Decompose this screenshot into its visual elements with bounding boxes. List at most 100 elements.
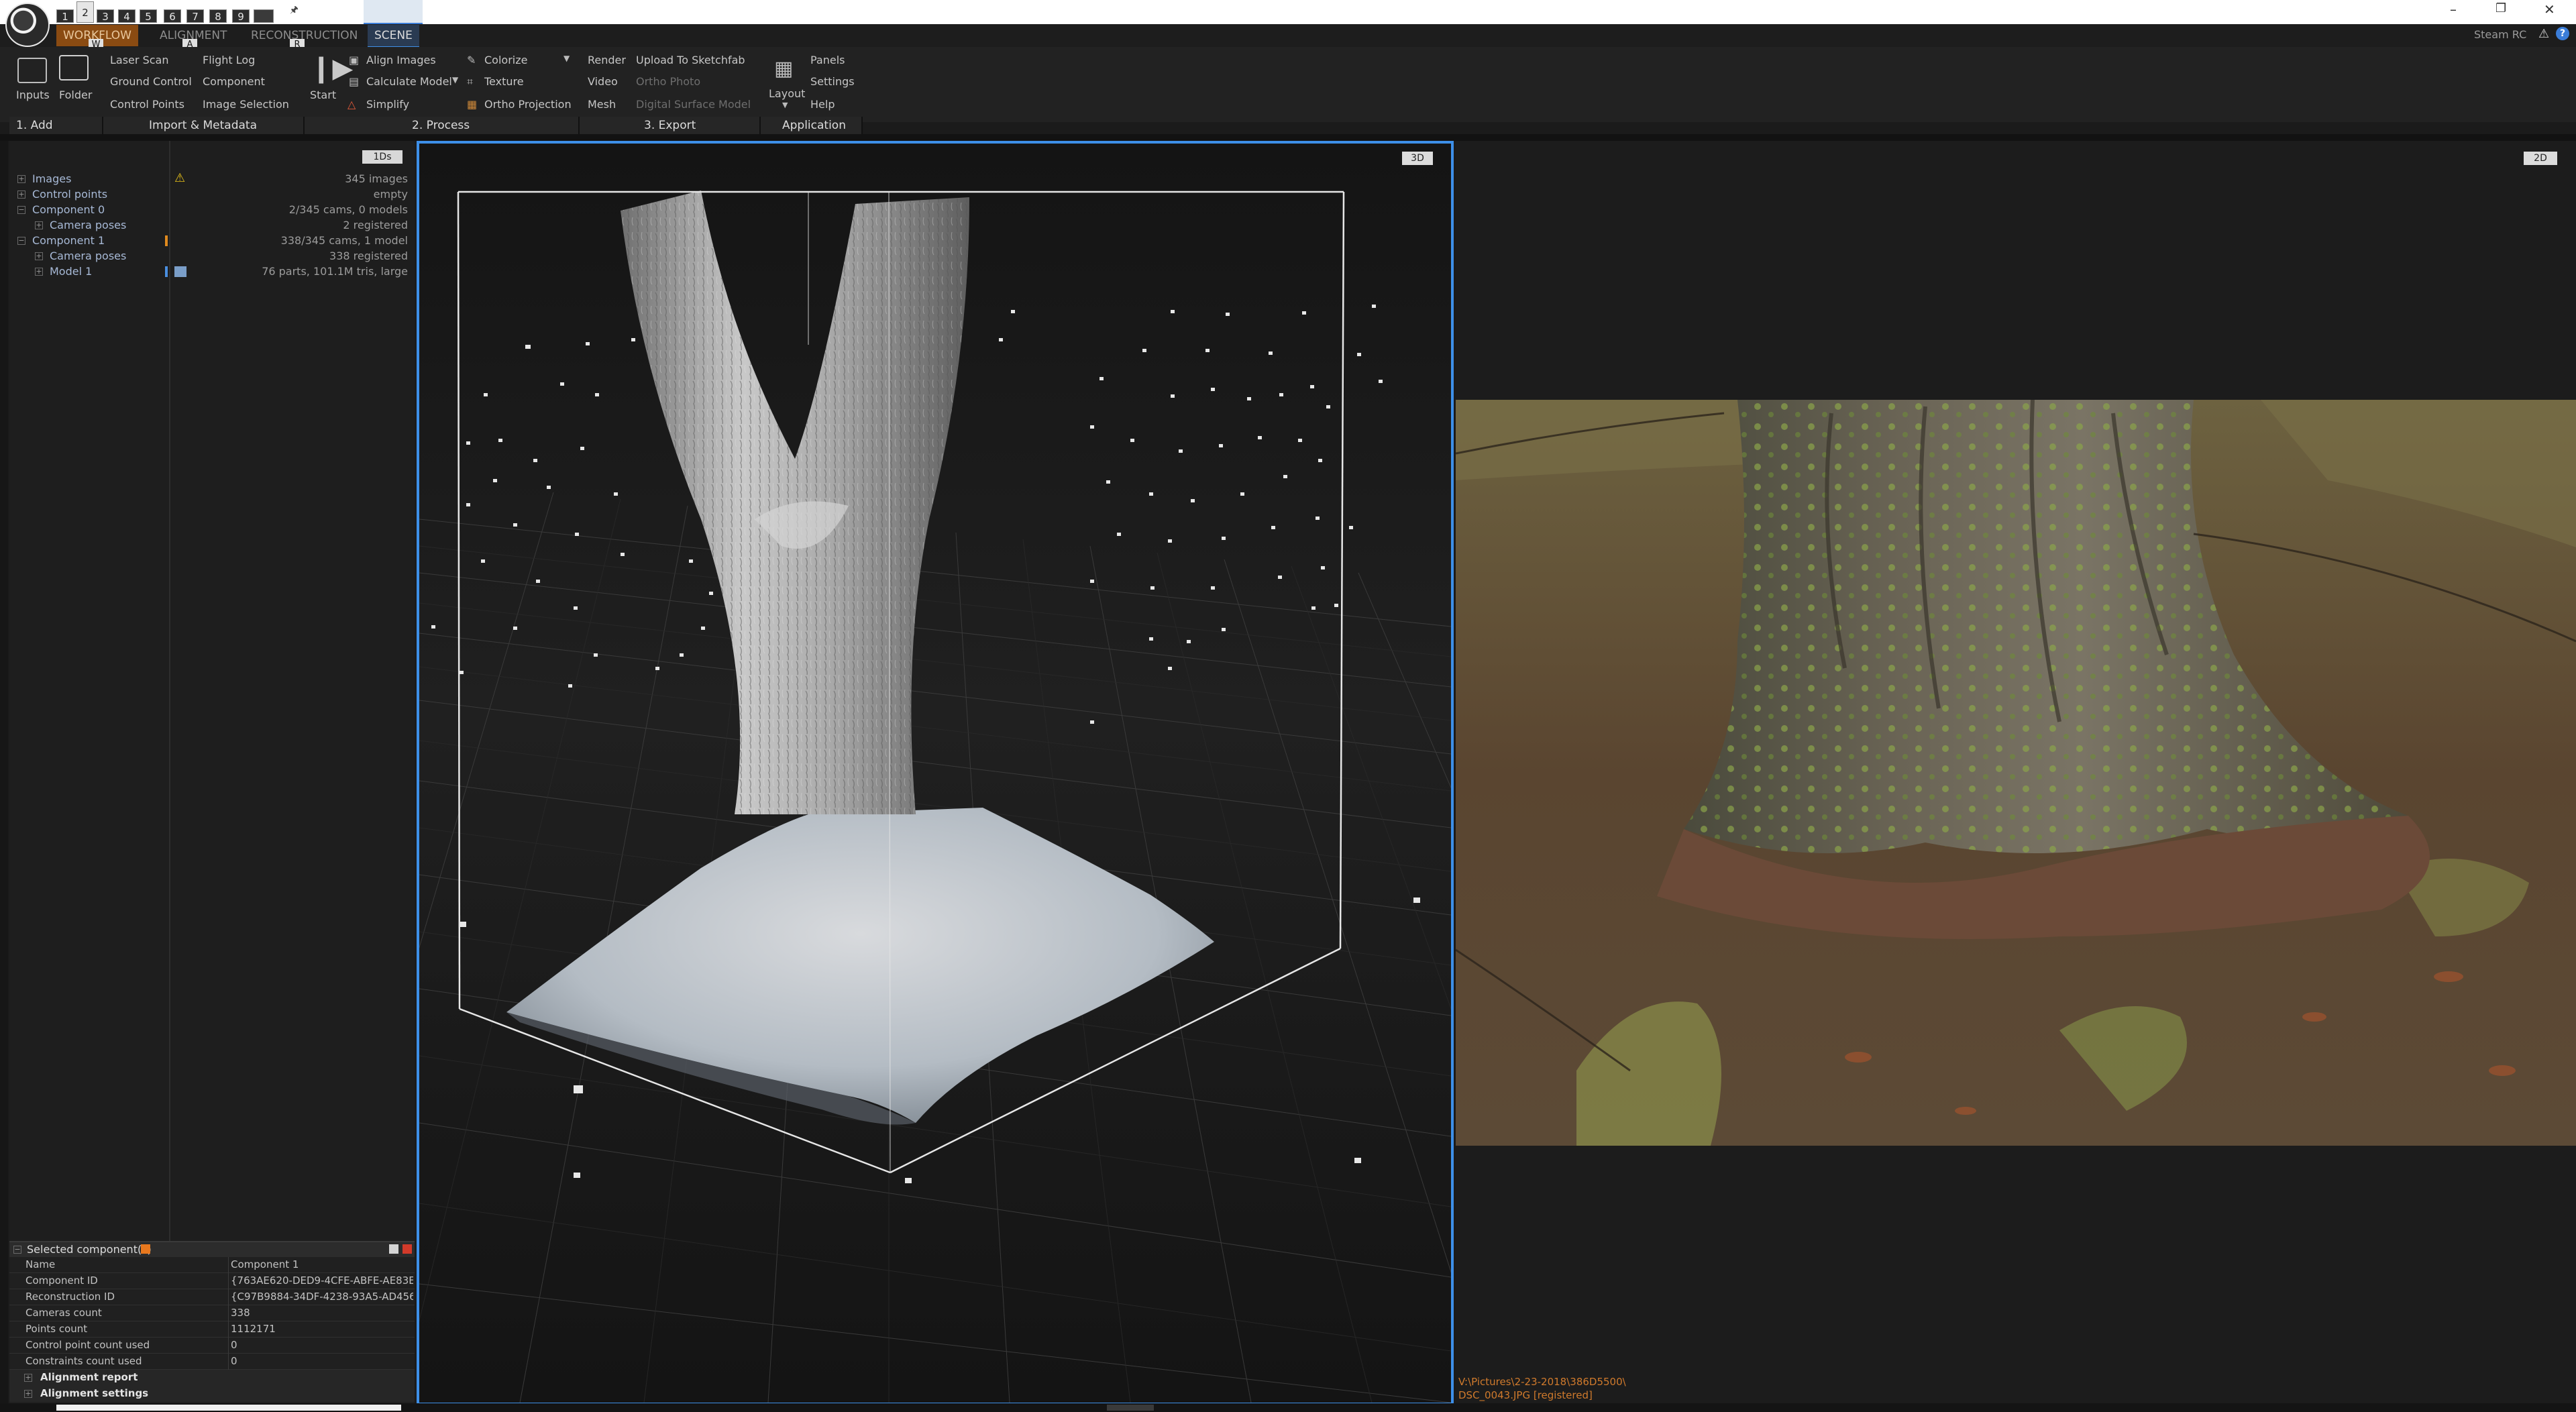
layout-slot-3[interactable]: 3 — [97, 9, 114, 23]
tree-row-images[interactable]: + Images ⚠ 345 images — [16, 171, 408, 187]
scene-3d-render[interactable] — [419, 144, 1451, 1403]
viewport-3d-tag[interactable]: 3D — [1402, 152, 1433, 165]
ortho-projection-button[interactable]: Ortho Projection — [484, 98, 572, 111]
layout-slot-8[interactable]: 8 — [209, 9, 227, 23]
tree-row-component-1[interactable]: − Component 1 338/345 cams, 1 model — [16, 234, 408, 249]
start-button[interactable]: Start — [310, 89, 336, 101]
warning-icon: ⚠ — [174, 171, 186, 185]
viewport-3d[interactable] — [417, 141, 1454, 1405]
video-button[interactable]: Video — [588, 75, 618, 88]
warning-icon[interactable]: ⚠ — [2538, 27, 2549, 41]
property-row[interactable]: Control point count used 0 — [9, 1338, 415, 1354]
folder-icon — [59, 55, 89, 80]
model-marker — [165, 266, 168, 277]
panel-type-tag[interactable]: 1Ds — [362, 150, 402, 164]
progress-bar — [56, 1405, 401, 1411]
colorize-dropdown-icon[interactable]: ▼ — [564, 54, 570, 63]
calculate-model-icon: ▤ — [349, 75, 360, 88]
selected-panel-header: − Selected component(s) — [9, 1242, 415, 1257]
flight-log-button[interactable]: Flight Log — [203, 54, 255, 66]
layout-slot-2[interactable]: 2 — [76, 1, 94, 23]
collapse-icon[interactable]: − — [17, 206, 25, 214]
expand-icon[interactable]: + — [17, 175, 25, 183]
laser-scan-button[interactable]: Laser Scan — [110, 54, 168, 66]
dsm-button[interactable]: Digital Surface Model — [636, 98, 751, 111]
layout-button[interactable]: Layout — [769, 87, 805, 100]
upload-sketchfab-button[interactable]: Upload To Sketchfab — [636, 54, 745, 66]
section-add-imagery: 1. Add imagery — [9, 117, 103, 150]
image-preview[interactable] — [1456, 400, 2576, 1146]
photo-render — [1456, 400, 2576, 1146]
simplify-button[interactable]: Simplify — [366, 98, 409, 111]
property-row[interactable]: Points count 1112171 — [9, 1321, 415, 1338]
calculate-model-button[interactable]: Calculate Model — [366, 75, 452, 88]
chevron-down-icon[interactable]: ▼ — [452, 75, 458, 85]
tree-row-model-1[interactable]: + Model 1 76 parts, 101.1M tris, large — [16, 265, 408, 280]
tree-row-camera-poses-1[interactable]: + Camera poses 338 registered — [16, 250, 408, 264]
alignment-report-expander[interactable]: + Alignment report — [9, 1370, 415, 1386]
ortho-photo-button[interactable]: Ortho Photo — [636, 75, 700, 88]
minimize-icon[interactable]: – — [2450, 1, 2457, 17]
section-application: Application — [761, 117, 863, 134]
layout-slot-4[interactable]: 4 — [118, 9, 136, 23]
mesh-button[interactable]: Mesh — [588, 98, 616, 111]
section-process: 2. Process — [305, 117, 580, 134]
image-selection-button[interactable]: Image Selection — [203, 98, 289, 111]
inputs-button[interactable]: Inputs — [16, 89, 50, 101]
property-row[interactable]: Constraints count used 0 — [9, 1354, 415, 1370]
collapse-icon[interactable]: − — [13, 1246, 21, 1254]
colorize-icon: ✎ — [467, 54, 476, 66]
layout-slot-extra[interactable] — [254, 9, 274, 23]
layout-slot-6[interactable]: 6 — [164, 9, 181, 23]
selection-badge-icon — [141, 1244, 150, 1254]
expand-icon[interactable]: + — [35, 268, 43, 276]
tab-scene[interactable]: SCENE — [368, 25, 419, 48]
viewport-2d-tag[interactable]: 2D — [2524, 152, 2557, 165]
colorize-button[interactable]: Colorize — [484, 54, 527, 66]
settings-button[interactable]: Settings — [810, 75, 855, 88]
tree-column-divider[interactable] — [169, 141, 170, 1241]
status-bar-handle[interactable] — [1107, 1405, 1154, 1411]
restore-icon[interactable]: ❐ — [2496, 1, 2506, 15]
titlebar-active-tab[interactable] — [364, 0, 423, 25]
folder-button[interactable]: Folder — [59, 89, 92, 101]
close-icon[interactable] — [402, 1244, 412, 1254]
inputs-icon — [17, 58, 47, 83]
expand-icon[interactable]: + — [24, 1390, 32, 1398]
property-row[interactable]: Cameras count 338 — [9, 1305, 415, 1321]
help-icon[interactable]: ? — [2556, 27, 2569, 40]
collapse-icon[interactable]: − — [17, 237, 25, 245]
panels-button[interactable]: Panels — [810, 54, 845, 66]
align-images-button[interactable]: Align Images — [366, 54, 436, 66]
tree-row-control-points[interactable]: + Control points empty — [16, 188, 408, 203]
component-button[interactable]: Component — [203, 75, 265, 88]
tree-row-camera-poses-0[interactable]: + Camera poses 2 registered — [16, 219, 408, 233]
texture-button[interactable]: Texture — [484, 75, 524, 88]
expand-icon[interactable]: + — [35, 252, 43, 260]
expand-icon[interactable]: + — [17, 191, 25, 199]
property-row[interactable]: Name Component 1 — [9, 1257, 415, 1273]
tree-row-component-0[interactable]: − Component 0 2/345 cams, 0 models — [16, 203, 408, 218]
ground-control-button[interactable]: Ground Control — [110, 75, 192, 88]
close-icon[interactable]: ✕ — [2544, 1, 2555, 17]
property-row[interactable]: Reconstruction ID {C97B9884-34DF-4238-93A… — [9, 1289, 415, 1305]
simplify-icon: △ — [347, 98, 356, 111]
help-button[interactable]: Help — [810, 98, 835, 111]
layout-slot-5[interactable]: 5 — [140, 9, 157, 23]
alignment-settings-expander[interactable]: + Alignment settings — [9, 1386, 415, 1402]
expand-icon[interactable]: + — [24, 1374, 32, 1382]
layout-slot-9[interactable]: 9 — [232, 9, 250, 23]
selected-panel-title: Selected component(s) — [27, 1243, 152, 1256]
app-logo-icon[interactable] — [5, 3, 50, 47]
control-points-button[interactable]: Control Points — [110, 98, 184, 111]
render-button[interactable]: Render — [588, 54, 626, 66]
pin-icon[interactable]: 🖈 — [290, 3, 299, 19]
layout-slot-7[interactable]: 7 — [186, 9, 204, 23]
property-row[interactable]: Component ID {763AE620-DED9-4CFE-ABFE-AE8… — [9, 1273, 415, 1289]
layout-dropdown-icon[interactable]: ▼ — [782, 101, 788, 109]
left-edge-strip — [0, 141, 8, 1412]
layout-slot-1[interactable]: 1 — [56, 9, 74, 23]
panel-dock-icon[interactable] — [389, 1244, 398, 1254]
user-name[interactable]: Steam RC — [2474, 28, 2526, 41]
expand-icon[interactable]: + — [35, 221, 43, 229]
